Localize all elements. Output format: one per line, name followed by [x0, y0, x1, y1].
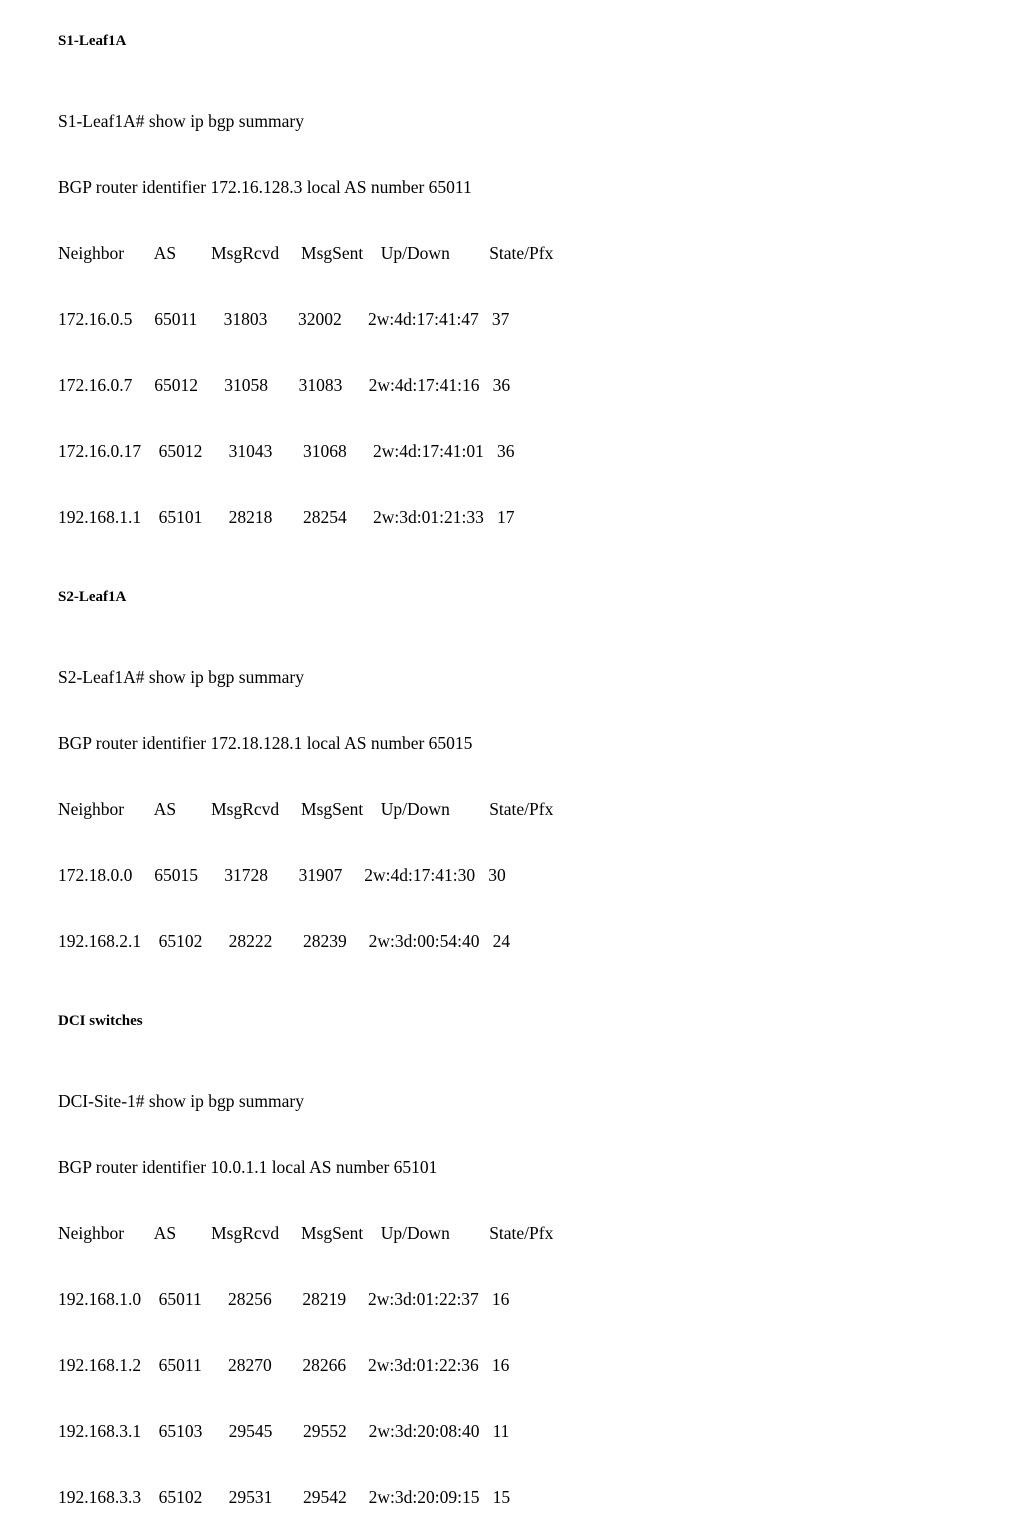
- cli-prompt-line: S1-Leaf1A# show ip bgp summary: [58, 111, 304, 131]
- cli-prompt-line: DCI-Site-1# show ip bgp summary: [58, 1091, 304, 1111]
- section-heading-dci-switches: DCI switches: [58, 1013, 143, 1029]
- section-heading-s2-leaf1a: S2-Leaf1A: [58, 589, 127, 605]
- section-heading-s1-leaf1a: S1-Leaf1A: [58, 33, 127, 49]
- table-row: 172.18.0.0 65015 31728 31907 2w:4d:17:41…: [58, 865, 506, 885]
- section-s2-leaf1a: S2-Leaf1A S2-Leaf1A# show ip bgp summary…: [58, 586, 1024, 996]
- cli-output-s2-leaf1a: S2-Leaf1A# show ip bgp summary BGP route…: [58, 622, 1024, 996]
- cli-output-dci-site-1: DCI-Site-1# show ip bgp summary BGP rout…: [58, 1046, 1024, 1536]
- table-row: 192.168.3.3 65102 29531 29542 2w:3d:20:0…: [58, 1487, 511, 1507]
- cli-table-header: Neighbor AS MsgRcvd MsgSent Up/Down Stat…: [58, 243, 554, 263]
- cli-router-id-line: BGP router identifier 172.18.128.1 local…: [58, 733, 473, 753]
- table-row: 192.168.3.1 65103 29545 29552 2w:3d:20:0…: [58, 1421, 510, 1441]
- table-row: 192.168.2.1 65102 28222 28239 2w:3d:00:5…: [58, 931, 511, 951]
- table-row: 192.168.1.0 65011 28256 28219 2w:3d:01:2…: [58, 1289, 510, 1309]
- section-s1-leaf1a: S1-Leaf1A S1-Leaf1A# show ip bgp summary…: [58, 30, 1024, 572]
- table-row: 192.168.1.1 65101 28218 28254 2w:3d:01:2…: [58, 507, 515, 527]
- table-row: 172.16.0.7 65012 31058 31083 2w:4d:17:41…: [58, 375, 511, 395]
- table-row: 192.168.1.2 65011 28270 28266 2w:3d:01:2…: [58, 1355, 510, 1375]
- section-dci-switches: DCI switches DCI-Site-1# show ip bgp sum…: [58, 1010, 1024, 1536]
- cli-table-header: Neighbor AS MsgRcvd MsgSent Up/Down Stat…: [58, 1223, 554, 1243]
- cli-output-s1-leaf1a: S1-Leaf1A# show ip bgp summary BGP route…: [58, 66, 1024, 572]
- cli-router-id-line: BGP router identifier 10.0.1.1 local AS …: [58, 1157, 438, 1177]
- cli-table-header: Neighbor AS MsgRcvd MsgSent Up/Down Stat…: [58, 799, 554, 819]
- cli-router-id-line: BGP router identifier 172.16.128.3 local…: [58, 177, 472, 197]
- table-row: 172.16.0.5 65011 31803 32002 2w:4d:17:41…: [58, 309, 510, 329]
- cli-prompt-line: S2-Leaf1A# show ip bgp summary: [58, 667, 304, 687]
- table-row: 172.16.0.17 65012 31043 31068 2w:4d:17:4…: [58, 441, 515, 461]
- document-page: S1-Leaf1A S1-Leaf1A# show ip bgp summary…: [0, 0, 1024, 1536]
